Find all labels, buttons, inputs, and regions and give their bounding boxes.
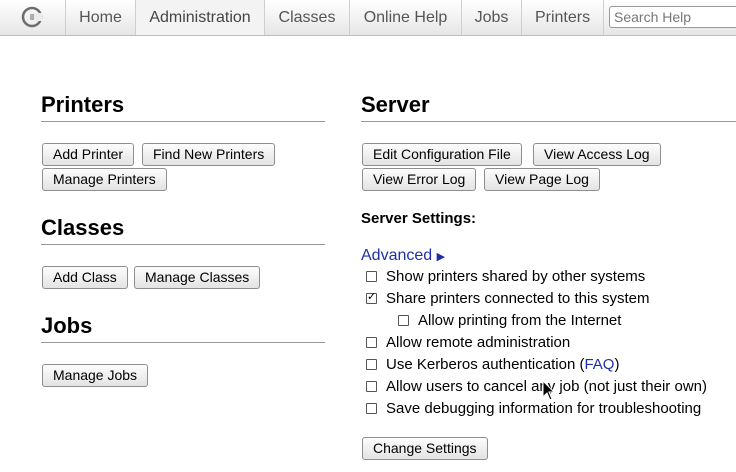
- classes-heading: Classes: [41, 215, 325, 245]
- show-shared-printers-label: Show printers shared by other systems: [386, 268, 646, 285]
- add-class-button[interactable]: Add Class: [42, 266, 128, 289]
- share-printers-checkbox[interactable]: [366, 290, 377, 304]
- faq-link[interactable]: FAQ: [584, 356, 614, 373]
- show-shared-printers-checkbox[interactable]: [366, 271, 377, 282]
- mouse-pointer-icon: [542, 380, 556, 401]
- tab-jobs[interactable]: Jobs: [462, 0, 522, 35]
- tab-home[interactable]: Home: [66, 0, 136, 35]
- tab-printers[interactable]: Printers: [522, 0, 604, 35]
- server-settings-label: Server Settings:: [361, 210, 477, 227]
- printers-heading: Printers: [41, 92, 325, 122]
- kerberos-label: Use Kerberos authentication (FAQ): [386, 356, 619, 373]
- advanced-label: Advanced: [361, 247, 433, 264]
- cups-logo-icon[interactable]: [0, 0, 66, 35]
- triangle-right-icon: ▶: [436, 250, 446, 263]
- top-nav-bar: Home Administration Classes Online Help …: [0, 0, 736, 36]
- remote-administration-checkbox[interactable]: [366, 337, 377, 348]
- view-error-log-button[interactable]: View Error Log: [362, 168, 477, 191]
- save-debug-info-checkbox[interactable]: [366, 403, 377, 414]
- manage-classes-button[interactable]: Manage Classes: [134, 266, 261, 289]
- manage-printers-button[interactable]: Manage Printers: [42, 168, 167, 191]
- view-page-log-button[interactable]: View Page Log: [484, 168, 600, 191]
- allow-internet-printing-checkbox[interactable]: [398, 315, 409, 326]
- tab-classes[interactable]: Classes: [265, 0, 350, 35]
- kerberos-label-suffix: ): [614, 356, 620, 373]
- advanced-toggle[interactable]: Advanced ▶: [361, 247, 445, 265]
- add-printer-button[interactable]: Add Printer: [42, 143, 135, 166]
- cancel-any-job-checkbox[interactable]: [366, 381, 377, 392]
- kerberos-checkbox[interactable]: [366, 359, 377, 370]
- share-printers-label: Share printers connected to this system: [386, 290, 650, 307]
- remote-administration-label: Allow remote administration: [386, 334, 571, 351]
- tab-online-help[interactable]: Online Help: [350, 0, 462, 35]
- view-access-log-button[interactable]: View Access Log: [533, 143, 661, 166]
- edit-configuration-file-button[interactable]: Edit Configuration File: [362, 143, 522, 166]
- allow-internet-printing-label: Allow printing from the Internet: [418, 312, 622, 329]
- tab-administration[interactable]: Administration: [136, 0, 265, 35]
- change-settings-button[interactable]: Change Settings: [362, 437, 488, 460]
- manage-jobs-button[interactable]: Manage Jobs: [42, 364, 149, 387]
- save-debug-info-label: Save debugging information for troublesh…: [386, 400, 702, 417]
- find-new-printers-button[interactable]: Find New Printers: [142, 143, 276, 166]
- server-heading: Server: [361, 92, 736, 122]
- jobs-heading: Jobs: [41, 313, 325, 343]
- kerberos-label-text: Use Kerberos authentication (: [386, 356, 585, 373]
- search-input[interactable]: [609, 6, 736, 28]
